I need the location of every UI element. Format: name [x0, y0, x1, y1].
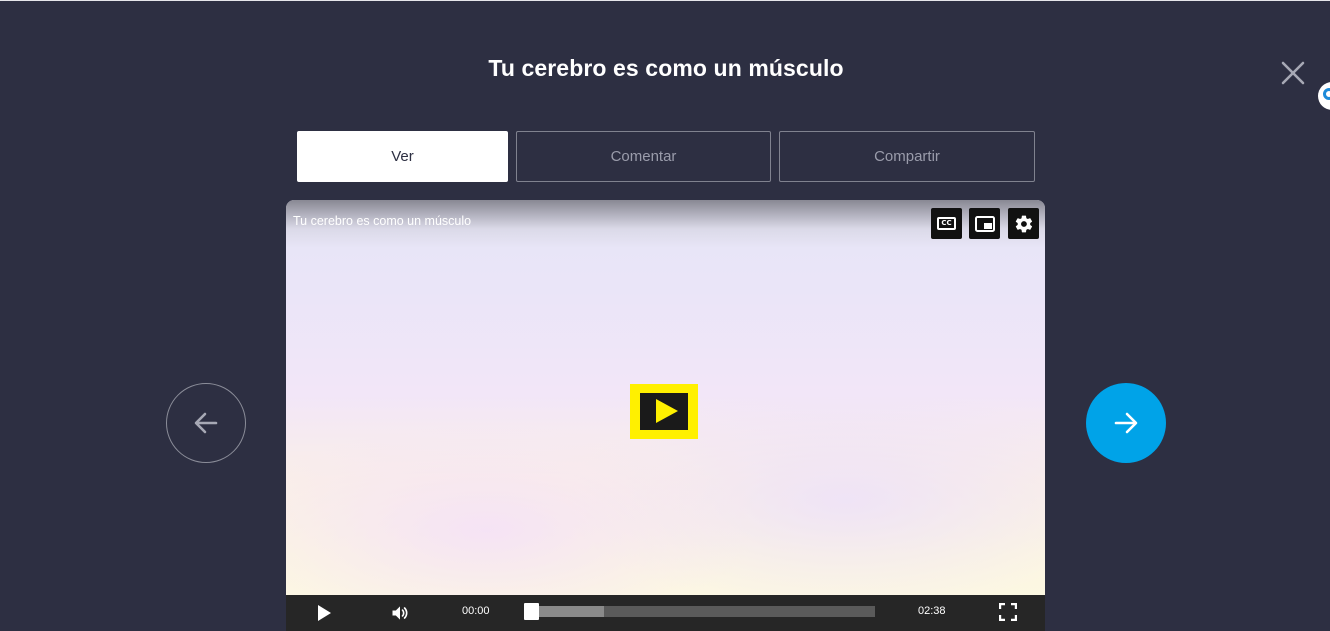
picture-in-picture-button[interactable] [969, 208, 1000, 239]
captions-button[interactable]: CC [931, 208, 962, 239]
next-button[interactable] [1086, 383, 1166, 463]
progress-bar[interactable] [524, 603, 875, 620]
progress-handle[interactable] [524, 603, 539, 620]
cc-icon: CC [937, 217, 956, 230]
play-icon [640, 393, 688, 430]
previous-button[interactable] [166, 383, 246, 463]
picture-in-picture-icon [974, 215, 995, 232]
gear-icon [1015, 215, 1032, 232]
page-title: Tu cerebro es como un músculo [488, 55, 844, 81]
volume-icon [392, 606, 408, 620]
fullscreen-icon [998, 602, 1018, 622]
tab-comentar[interactable]: Comentar [516, 131, 771, 182]
video-title: Tu cerebro es como un músculo [293, 214, 472, 228]
side-widget-icon[interactable] [1318, 82, 1330, 110]
video-controls-bar: 00:00 02:38 [286, 595, 1045, 631]
tab-label: Compartir [874, 148, 940, 165]
video-modal: Tu cerebro es como un músculo Ver Coment… [0, 0, 1330, 631]
play-button[interactable] [316, 604, 332, 622]
volume-button[interactable] [390, 603, 410, 623]
close-button[interactable] [1277, 57, 1309, 89]
duration: 02:38 [918, 605, 946, 617]
settings-button[interactable] [1008, 208, 1039, 239]
tab-compartir[interactable]: Compartir [779, 131, 1035, 182]
tab-label: Ver [391, 148, 414, 165]
current-time: 00:00 [462, 605, 490, 617]
play-icon [318, 605, 331, 621]
arrow-right-icon [1114, 412, 1138, 434]
close-icon [1281, 61, 1305, 85]
tab-label: Comentar [610, 148, 677, 165]
video-player[interactable]: Tu cerebro es como un músculo CC 00:00 0… [286, 200, 1045, 631]
fullscreen-button[interactable] [998, 602, 1018, 622]
top-divider [0, 0, 1330, 1]
tab-ver[interactable]: Ver [297, 131, 508, 182]
arrow-left-icon [194, 412, 218, 434]
big-play-button[interactable] [630, 384, 698, 439]
